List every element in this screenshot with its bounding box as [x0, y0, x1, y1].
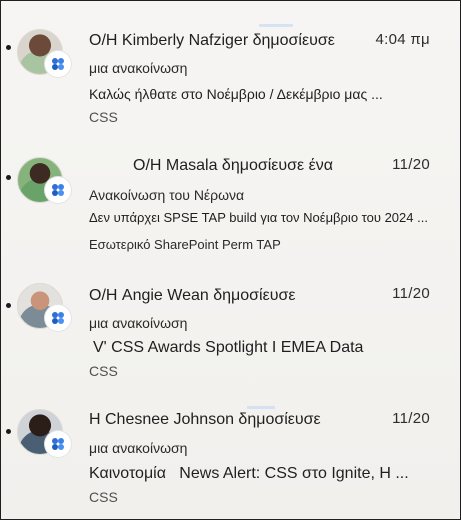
notification-type: Ανακοίνωση του Νέρωνα	[89, 187, 245, 203]
notification-preview: Δεν υπάρχει SPSE TAP build για τον Νοέμβ…	[89, 210, 428, 225]
notification-time: 11/20	[392, 285, 430, 302]
notification-preview: Καλώς ήλθατε στο Νοέμβριο / Δεκέμβριο μα…	[89, 86, 383, 102]
unread-indicator	[6, 429, 11, 434]
unread-indicator	[6, 45, 11, 50]
notification-title: Η Chesnee Johnson δημοσίευσε	[89, 411, 321, 428]
notification-time: 11/20	[392, 156, 430, 173]
viva-engage-icon	[45, 51, 71, 77]
notification-time: 4:04 πμ	[375, 31, 430, 48]
viva-engage-icon	[45, 177, 71, 203]
unread-indicator	[6, 175, 11, 180]
community-tag: CSS	[89, 489, 118, 505]
community-tag: Εσωτερικό SharePoint Perm TAP	[89, 237, 281, 252]
highlight-mark	[259, 24, 293, 27]
notification-title: Ο/Η Kimberly Nafziger δημοσίευσε	[89, 32, 335, 49]
viva-engage-icon	[45, 431, 71, 457]
highlight-mark	[247, 406, 275, 409]
notification-type: μια ανακοίνωση	[89, 315, 188, 331]
notification-type: μια ανακοίνωση	[89, 60, 188, 76]
viva-engage-icon	[45, 305, 71, 331]
notification-title: Ο/Η Masala δημοσίευσε ένα	[133, 157, 333, 174]
notification-time: 11/20	[392, 410, 430, 427]
community-tag: CSS	[89, 363, 118, 379]
activity-feed: Ο/Η Kimberly Nafziger δημοσίευσε 4:04 πμ…	[0, 0, 461, 520]
notification-title: Ο/Η Angie Wean δημοσίευσε	[89, 287, 296, 304]
notification-item[interactable]: Ο/Η Kimberly Nafziger δημοσίευσε 4:04 πμ…	[1, 21, 460, 145]
notification-preview: Καινοτομία News Alert: CSS στο Ignite, Η…	[89, 465, 409, 482]
unread-indicator	[6, 303, 11, 308]
notification-item[interactable]: Ο/Η Angie Wean δημοσίευσε 11/20 μια ανακ…	[1, 275, 460, 399]
notification-item[interactable]: Ο/Η Masala δημοσίευσε ένα 11/20 Ανακοίνω…	[1, 147, 460, 271]
community-tag: CSS	[89, 109, 118, 125]
notification-type: μια ανακοίνωση	[89, 440, 188, 456]
notification-item[interactable]: Η Chesnee Johnson δημοσίευσε 11/20 μια α…	[1, 401, 460, 519]
notification-preview: V' CSS Awards Spotlight I EMEA Data	[93, 339, 364, 356]
